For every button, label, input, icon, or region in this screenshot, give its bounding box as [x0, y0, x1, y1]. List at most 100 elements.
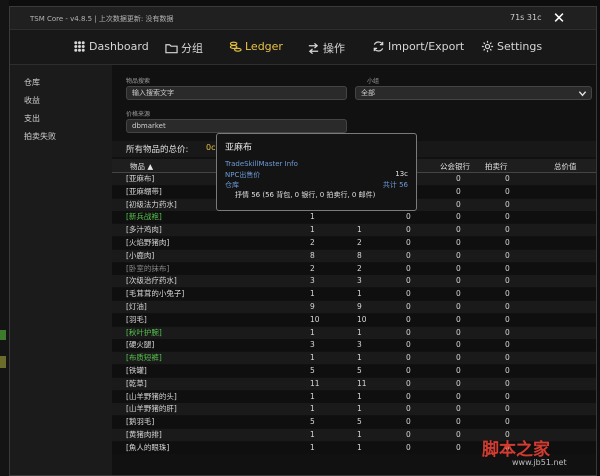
cell-mail: 0 [406, 238, 411, 247]
cell-auction: 0 [505, 340, 510, 350]
item-name[interactable]: [鹅羽毛] [126, 416, 154, 428]
cell-bags: 9 [310, 302, 315, 311]
column-header-total-value[interactable]: 总价值 [554, 161, 577, 172]
table-row[interactable]: [铁罐] 5 5 0 0 0 [112, 365, 596, 377]
cell-bank: 1 [357, 404, 362, 414]
table-row[interactable]: [鹅羽毛] 5 5 0 0 0 [112, 416, 596, 429]
tab-import-export[interactable]: Import/Export [372, 40, 464, 53]
top-nav: Dashboard 分组 Ledger 操作 Import/Export Set… [10, 30, 596, 65]
cell-bank: 8 [357, 250, 362, 260]
cell-mail: 0 [406, 442, 411, 452]
item-name[interactable]: [山羊野猪的肝] [126, 403, 177, 415]
table-row[interactable]: [灯油] 9 9 0 0 0 [112, 301, 596, 313]
price-source-input[interactable]: dbmarket [126, 119, 347, 133]
item-name[interactable]: [亚麻布] [126, 173, 154, 185]
cell-auction: 0 [505, 212, 510, 222]
cell-auction: 0 [505, 353, 510, 363]
cell-bags: 1 [310, 430, 315, 439]
table-row[interactable]: [硬火腿] 3 3 0 0 0 [112, 339, 596, 352]
cell-auction: 0 [505, 225, 510, 235]
tab-label: Settings [497, 40, 543, 53]
cell-bags: 5 [310, 417, 315, 427]
table-row[interactable]: [新兵战袍] 1 0 0 0 [112, 211, 596, 224]
cell-mail: 0 [406, 353, 411, 363]
cell-guild: 0 [456, 378, 461, 388]
cell-auction: 0 [505, 327, 510, 337]
watermark-url: www.jb51.net [512, 458, 567, 467]
table-row[interactable]: [多汁鸡肉] 1 1 0 0 0 [112, 224, 596, 237]
cell-guild: 0 [456, 430, 461, 439]
item-name[interactable]: [火焰野猪肉] [126, 237, 169, 249]
cell-bank: 1 [357, 289, 362, 299]
table-row[interactable]: [毛茸茸的小兔子] 1 1 0 0 0 [112, 288, 596, 301]
cell-guild: 0 [456, 212, 461, 222]
sidebar-item-expenses[interactable]: 支出 [24, 113, 40, 124]
table-row[interactable]: [火焰野猪肉] 2 2 0 0 0 [112, 237, 596, 249]
cell-mail: 0 [406, 263, 411, 273]
sidebar-item-failed-auctions[interactable]: 拍卖失败 [24, 131, 56, 142]
item-name[interactable]: [灯油] [126, 301, 147, 313]
item-name[interactable]: [初级法力药水] [126, 199, 177, 211]
tab-dashboard[interactable]: Dashboard [73, 40, 149, 53]
close-button[interactable]: ✕ [550, 9, 568, 27]
cell-auction: 0 [505, 404, 510, 414]
window-title: TSM Core - v4.8.5 | 上次数据更新: 没有数据 [30, 15, 174, 23]
cell-mail: 0 [406, 391, 411, 401]
tab-ledger[interactable]: Ledger [229, 40, 283, 53]
table-row[interactable]: [布质短裤] 1 1 0 0 0 [112, 352, 596, 365]
cell-auction: 0 [505, 378, 510, 388]
table-row[interactable]: [羽毛] 10 10 0 0 0 [112, 313, 596, 326]
item-name[interactable]: [黄猪肉排] [126, 429, 162, 441]
item-name[interactable]: [毛茸茸的小兔子] [126, 288, 184, 300]
sidebar-item-inventory[interactable]: 仓库 [24, 77, 40, 88]
item-name[interactable]: [卧室的抹布] [126, 263, 169, 275]
item-name[interactable]: [硬火腿] [126, 339, 154, 351]
group-label: 小组 [367, 78, 380, 85]
tab-settings[interactable]: Settings [481, 40, 542, 53]
item-name[interactable]: [魚人的眼珠] [126, 442, 169, 454]
tab-label: Dashboard [89, 40, 149, 53]
cell-bags: 1 [310, 404, 315, 414]
group-value: 全部 [361, 89, 375, 97]
table-row[interactable]: [山羊野猪的肝] 1 1 0 0 0 [112, 403, 596, 416]
group-dropdown[interactable]: 全部 [355, 86, 592, 100]
item-name[interactable]: [秋叶护腕] [126, 327, 162, 339]
item-name[interactable]: [羽毛] [126, 314, 147, 326]
item-name[interactable]: [次级治疗药水] [126, 275, 177, 287]
cell-guild: 0 [456, 366, 461, 375]
table-row[interactable]: [山羊野猪的头] 1 1 0 0 0 [112, 390, 596, 403]
cell-guild: 0 [456, 417, 461, 427]
column-header-auction[interactable]: 拍卖行 [485, 161, 508, 172]
column-header-item[interactable]: 物品 ▲ [130, 161, 153, 172]
tab-groups[interactable]: 分组 [165, 40, 203, 56]
item-name[interactable]: [铁罐] [126, 365, 147, 377]
item-name[interactable]: [亚麻绷带] [126, 186, 162, 198]
ledger-inventory-panel: 物品搜索 输入搜索文字 小组 全部 价格来源 dbmarket 所有物品的总价:… [112, 65, 596, 475]
table-row[interactable]: [乾草] 11 11 0 0 0 [112, 377, 596, 390]
cell-auction: 0 [505, 391, 510, 401]
table-row[interactable]: [秋叶护腕] 1 1 0 0 0 [112, 326, 596, 339]
cell-auction: 0 [505, 276, 510, 286]
dashboard-icon [74, 41, 85, 52]
cell-mail: 0 [406, 327, 411, 337]
sidebar-item-revenue[interactable]: 收益 [24, 95, 40, 106]
tooltip-npc-value: 13c [395, 170, 408, 178]
total-value-label: 所有物品的总价: [126, 145, 189, 155]
item-name[interactable]: [多汁鸡肉] [126, 224, 162, 236]
tab-operations[interactable]: 操作 [307, 40, 345, 56]
title-bar[interactable]: TSM Core - v4.8.5 | 上次数据更新: 没有数据 71s 31c… [10, 7, 596, 30]
item-name[interactable]: [新兵战袍] [126, 211, 162, 223]
cell-mail: 0 [406, 340, 411, 350]
item-name[interactable]: [布质短裤] [126, 352, 162, 364]
cell-mail: 0 [406, 378, 411, 388]
item-name[interactable]: [小鹿肉] [126, 250, 154, 262]
item-name[interactable]: [山羊野猪的头] [126, 391, 177, 403]
table-row[interactable]: [卧室的抹布] 2 2 0 0 0 [112, 262, 596, 275]
table-row[interactable]: [次级治疗药水] 3 3 0 0 0 [112, 275, 596, 288]
tab-label: Import/Export [388, 40, 465, 53]
item-name[interactable]: [乾草] [126, 378, 147, 390]
column-header-guild-bank[interactable]: 公会银行 [440, 161, 470, 172]
table-row[interactable]: [小鹿肉] 8 8 0 0 0 [112, 249, 596, 262]
tab-label: 操作 [323, 42, 345, 55]
search-input[interactable]: 输入搜索文字 [126, 86, 347, 100]
